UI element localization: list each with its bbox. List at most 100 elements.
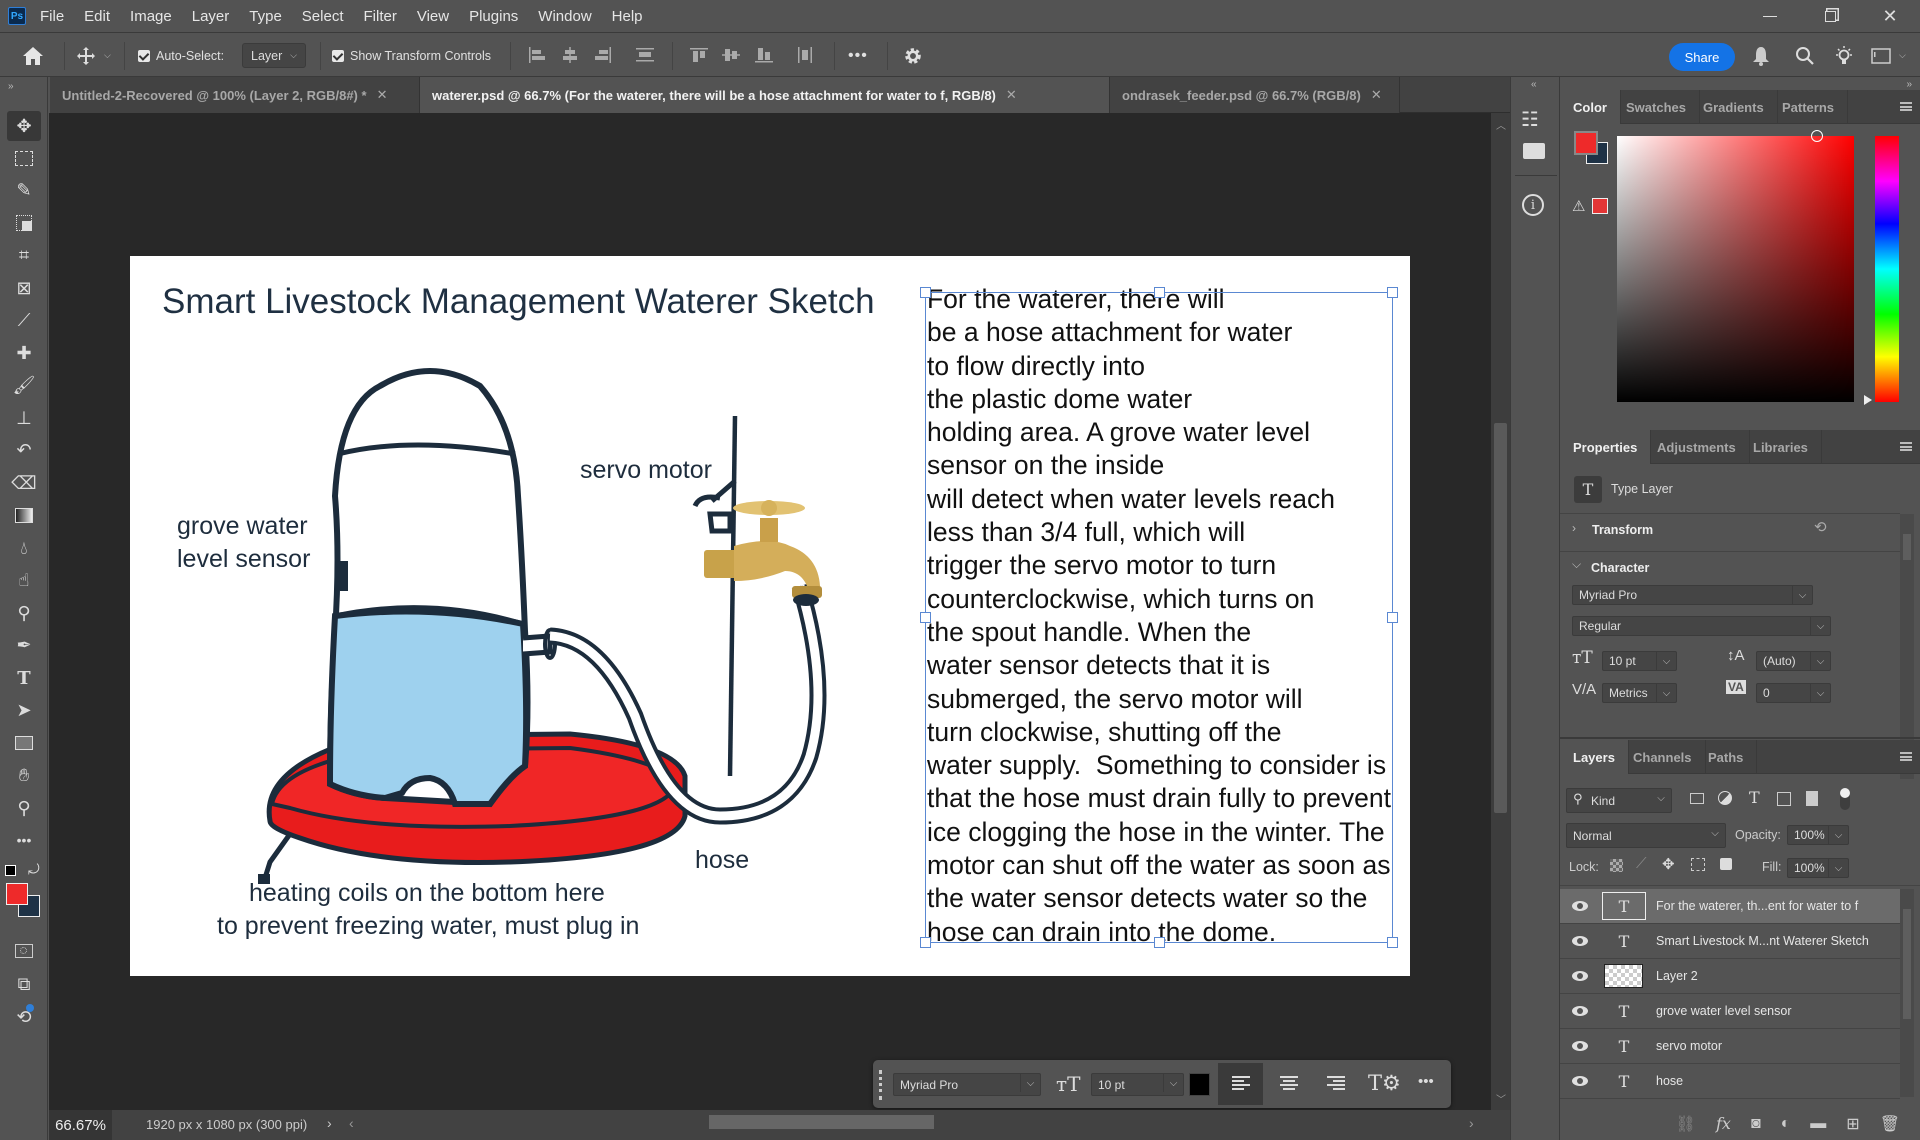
character-section-header[interactable]: Character (1591, 561, 1649, 575)
scrollbar-thumb[interactable] (1903, 534, 1911, 560)
scroll-right-icon[interactable]: › (1469, 1115, 1474, 1131)
layer-name[interactable]: Layer 2 (1656, 969, 1698, 983)
panel-menu-icon[interactable] (1900, 102, 1912, 111)
filter-smart-objects-icon[interactable] (1806, 791, 1818, 806)
eraser-tool[interactable]: ⌫ (7, 468, 41, 498)
menu-select[interactable]: Select (302, 8, 344, 25)
reset-transform-icon[interactable]: ⟲ (1814, 518, 1827, 536)
swap-colors-icon[interactable]: ⤾ (28, 861, 40, 878)
home-button[interactable] (22, 34, 44, 77)
minimize-button[interactable] (1740, 0, 1800, 33)
more-options-button[interactable]: ••• (1418, 1073, 1434, 1090)
transform-handle-bottom-left[interactable] (920, 937, 931, 948)
kerning-dropdown[interactable]: Metrics ⌵ (1602, 683, 1677, 703)
delete-layer-icon[interactable]: 🗑︎ (1880, 1114, 1900, 1134)
zoom-tool[interactable]: ⚲ (7, 793, 41, 823)
share-button[interactable]: Share (1669, 43, 1735, 71)
text-color-swatch[interactable] (1189, 1073, 1210, 1096)
default-colors-icon[interactable] (5, 865, 16, 876)
frame-tool[interactable]: ⊠ (7, 273, 41, 303)
layer-filter-kind-dropdown[interactable]: ⚲ Kind ⌵ (1566, 788, 1672, 813)
transform-handle-top-right[interactable] (1387, 287, 1398, 298)
zoom-level[interactable]: 66.67% (49, 1110, 112, 1140)
panel-menu-icon[interactable] (1900, 752, 1912, 761)
fill-input[interactable]: 100% ⌵ (1787, 858, 1849, 878)
tab-properties[interactable]: Properties (1560, 430, 1652, 464)
smudge-tool[interactable]: ☝︎ (7, 565, 41, 595)
lock-transparent-pixels-icon[interactable] (1610, 859, 1623, 872)
layer-row[interactable]: T For the waterer, th...ent for water to… (1560, 889, 1900, 924)
eyedropper-tool[interactable]: ⟋ (7, 305, 41, 335)
visibility-eye-icon[interactable] (1572, 1041, 1588, 1051)
info-panel-button[interactable]: i (1522, 194, 1544, 216)
tab-waterer[interactable]: waterer.psd @ 66.7% (For the waterer, th… (420, 77, 1110, 113)
align-center-button[interactable] (1266, 1063, 1311, 1105)
fx-icon[interactable]: fx (1716, 1114, 1731, 1133)
blur-tool[interactable]: 💧︎ (7, 533, 41, 563)
menu-filter[interactable]: Filter (364, 8, 397, 25)
lock-all-icon[interactable] (1720, 858, 1732, 870)
auto-select-target-dropdown[interactable]: Layer ⌵ (242, 43, 306, 68)
menu-plugins[interactable]: Plugins (469, 8, 518, 25)
visibility-eye-icon[interactable] (1572, 1006, 1588, 1016)
menu-window[interactable]: Window (538, 8, 591, 25)
adjustment-layer-icon[interactable]: ◐ (1781, 1115, 1791, 1133)
filter-toggle[interactable] (1840, 788, 1850, 810)
opacity-input[interactable]: 100% ⌵ (1787, 825, 1849, 845)
gradient-tool[interactable] (7, 500, 41, 530)
transform-handle-top-left[interactable] (920, 287, 931, 298)
layer-name[interactable]: hose (1656, 1074, 1683, 1088)
document-canvas[interactable]: Smart Livestock Management Waterer Sketc… (130, 256, 1410, 976)
discover-button[interactable] (1833, 34, 1855, 77)
scrollbar-thumb[interactable] (1903, 909, 1911, 1019)
font-family-dropdown[interactable]: Myriad Pro ⌵ (893, 1073, 1041, 1096)
history-brush-tool[interactable]: ↶ (7, 435, 41, 465)
scroll-left-icon[interactable]: ‹ (349, 1115, 354, 1131)
status-menu-arrow-icon[interactable]: › (327, 1115, 332, 1131)
filter-shape-layers-icon[interactable] (1777, 792, 1791, 806)
distribute-horizontal-icon[interactable] (796, 47, 814, 63)
properties-font-family-dropdown[interactable]: Myriad Pro ⌵ (1572, 585, 1813, 605)
hue-slider[interactable] (1875, 136, 1899, 402)
scroll-down-icon[interactable]: ﹀ (1496, 1091, 1506, 1106)
tab-gradients[interactable]: Gradients (1690, 90, 1778, 124)
pen-tool[interactable]: ✒︎ (7, 630, 41, 660)
filter-adjustment-layers-icon[interactable] (1718, 791, 1732, 805)
healing-brush-tool[interactable]: ✚ (7, 338, 41, 368)
tab-patterns[interactable]: Patterns (1769, 90, 1849, 124)
visibility-eye-icon[interactable] (1572, 1076, 1588, 1086)
hand-tool[interactable]: ✋︎ (7, 760, 41, 790)
transform-handle-right[interactable] (1387, 612, 1398, 623)
tab-color[interactable]: Color (1560, 90, 1621, 124)
history-panel-button[interactable]: ☷ (1521, 107, 1539, 132)
brush-tool[interactable]: 🖌︎ (7, 370, 41, 400)
restore-button[interactable] (1800, 0, 1860, 33)
object-selection-tool[interactable] (7, 208, 41, 238)
path-selection-tool[interactable]: ➤ (7, 695, 41, 725)
layer-row[interactable]: Layer 2 (1560, 959, 1900, 994)
search-button[interactable] (1795, 34, 1815, 77)
tab-channels[interactable]: Channels (1620, 740, 1706, 774)
distribute-vertical-icon[interactable] (636, 47, 654, 63)
new-group-icon[interactable]: ▬ (1810, 1115, 1826, 1133)
transform-handle-bottom[interactable] (1154, 937, 1165, 948)
layer-name[interactable]: grove water level sensor (1656, 1004, 1791, 1018)
tab-libraries[interactable]: Libraries (1740, 430, 1822, 464)
tab-untitled-2[interactable]: Untitled-2-Recovered @ 100% (Layer 2, RG… (50, 77, 420, 113)
auto-select-checkbox[interactable]: Auto-Select: (138, 34, 224, 77)
move-tool-preset[interactable]: ⌵ (76, 34, 111, 77)
align-left-button[interactable] (1218, 1063, 1263, 1105)
layer-name[interactable]: Smart Livestock M...nt Waterer Sketch (1656, 934, 1869, 948)
font-style-dropdown[interactable]: Regular ⌵ (1572, 616, 1831, 636)
vertical-scrollbar[interactable]: ︿ ﹀ (1491, 113, 1510, 1110)
visibility-eye-icon[interactable] (1572, 936, 1588, 946)
layer-name[interactable]: servo motor (1656, 1039, 1722, 1053)
lock-position-icon[interactable]: ✥ (1662, 855, 1675, 873)
type-tool[interactable]: T (7, 663, 41, 693)
layer-row[interactable]: T grove water level sensor (1560, 994, 1900, 1029)
tab-adjustments[interactable]: Adjustments (1644, 430, 1750, 464)
expand-panels-icon[interactable]: » (1906, 79, 1912, 90)
transform-handle-bottom-right[interactable] (1387, 937, 1398, 948)
color-field[interactable] (1617, 130, 1854, 402)
tracking-dropdown[interactable]: 0 ⌵ (1756, 683, 1831, 703)
